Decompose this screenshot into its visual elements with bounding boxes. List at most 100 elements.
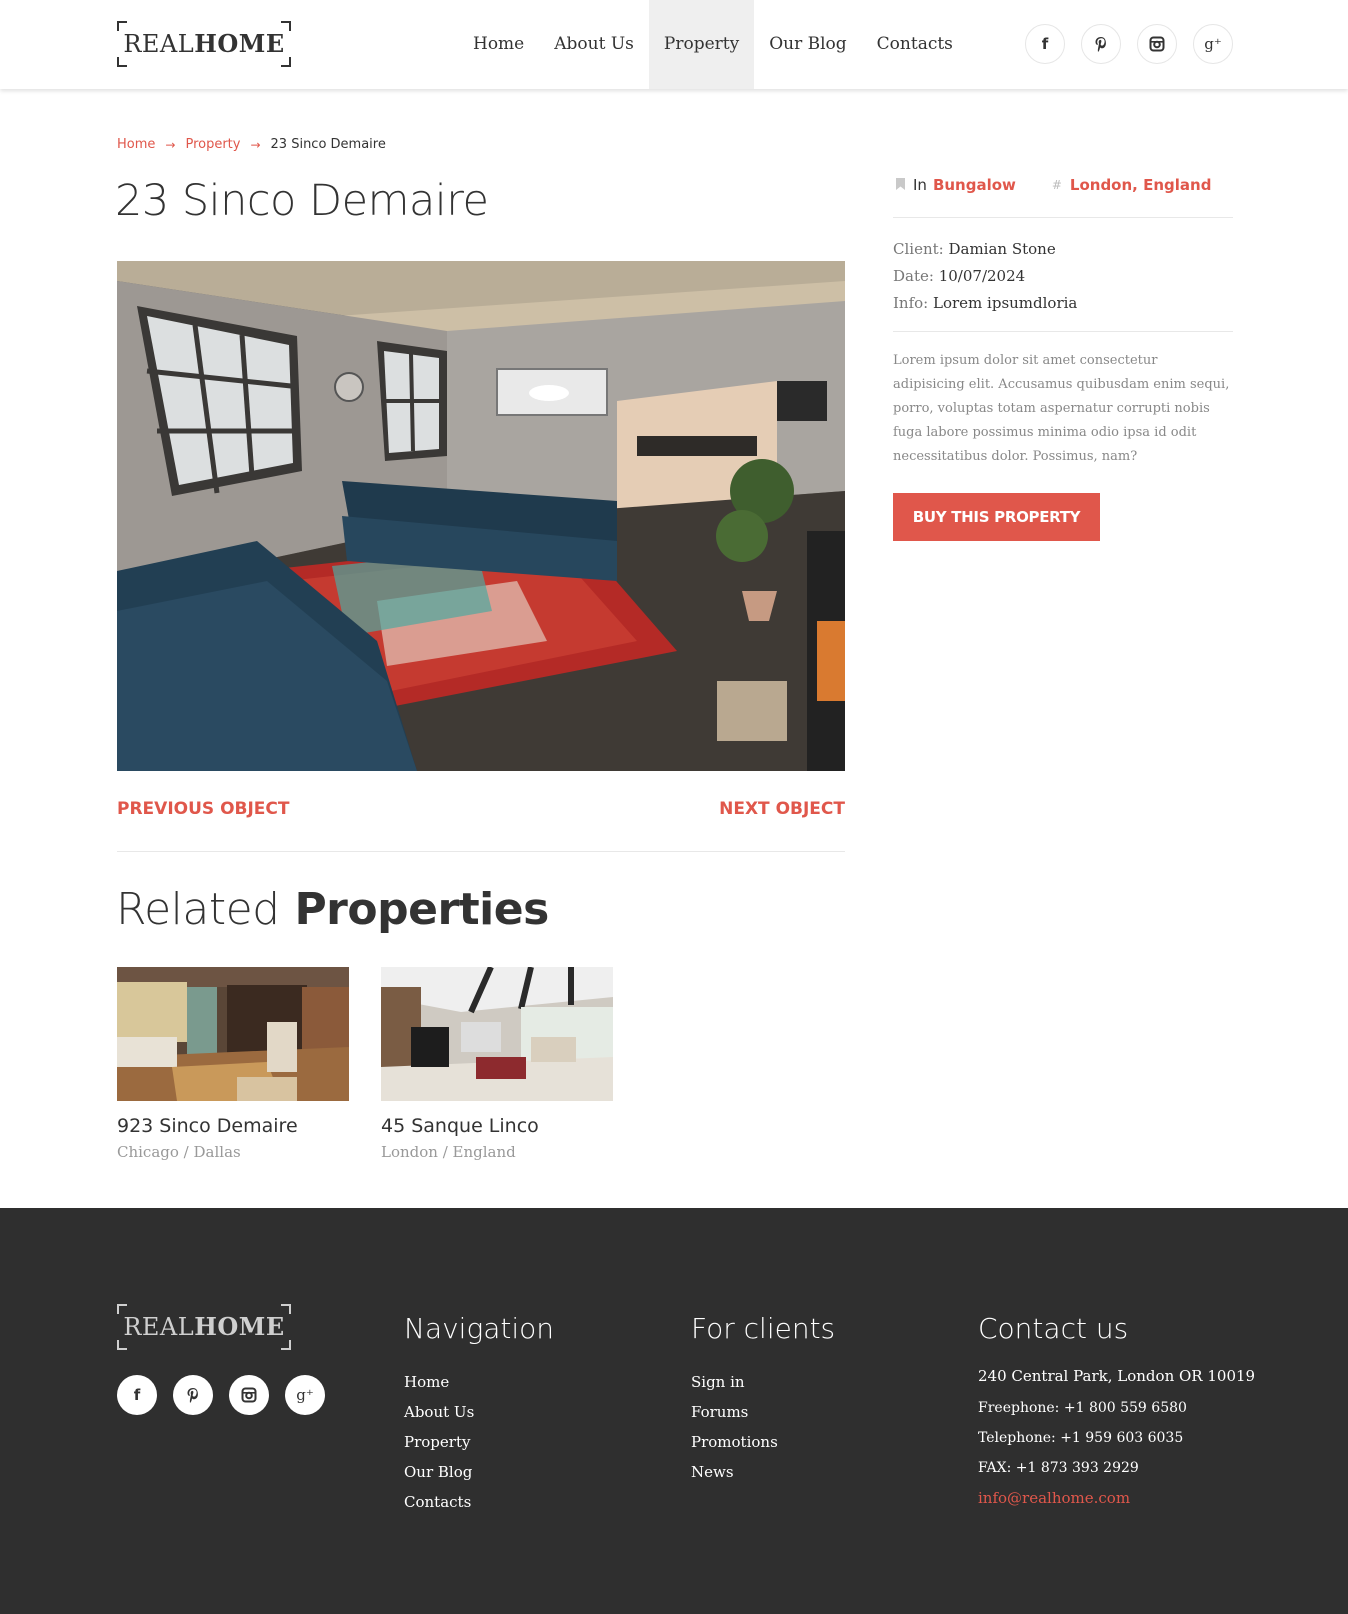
buy-property-button[interactable]: BUY THIS PROPERTY xyxy=(893,493,1100,541)
logo-text-bold: HOME xyxy=(194,29,285,58)
property-category: In Bungalow xyxy=(893,176,1016,194)
facebook-icon[interactable]: f xyxy=(1025,24,1065,64)
instagram-icon[interactable] xyxy=(1137,24,1177,64)
related-properties-heading: Related Properties xyxy=(116,884,549,935)
contact-address: 240 Central Park, London OR 10019 xyxy=(978,1367,1256,1385)
footer-link-about-us[interactable]: About Us xyxy=(404,1397,554,1427)
location-link[interactable]: London, England xyxy=(1070,176,1212,194)
heading-light-part: Related xyxy=(116,884,280,935)
category-prefix: In xyxy=(913,176,927,194)
footer-contact-title: Contact us xyxy=(978,1312,1129,1345)
contact-email[interactable]: info@realhome.com xyxy=(978,1489,1255,1507)
divider xyxy=(893,217,1233,218)
logo-text-light: REAL xyxy=(123,1313,195,1341)
breadcrumb: Home → Property → 23 Sinco Demaire xyxy=(117,137,386,152)
footer-link-contacts[interactable]: Contacts xyxy=(404,1487,554,1517)
modern-living-illustration xyxy=(381,967,613,1101)
living-room-illustration xyxy=(117,261,845,771)
property-main-image xyxy=(117,261,845,771)
nav-item-home[interactable]: Home xyxy=(458,0,539,89)
contact-telephone: Telephone: +1 959 603 6035 xyxy=(978,1423,1255,1453)
bookmark-icon xyxy=(893,177,907,193)
footer-social-links: f g⁺ xyxy=(117,1375,325,1415)
breadcrumb-property[interactable]: Property xyxy=(185,137,240,152)
site-footer: REALHOME f g⁺ Navigation Home About Us P… xyxy=(0,1208,1348,1614)
footer-link-sign-in[interactable]: Sign in xyxy=(691,1367,835,1397)
telephone-value[interactable]: +1 959 603 6035 xyxy=(1060,1430,1183,1446)
fax-value: +1 873 393 2929 xyxy=(1015,1460,1139,1476)
page-title: 23 Sinco Demaire xyxy=(115,176,489,226)
related-property-name[interactable]: 923 Sinco Demaire xyxy=(117,1115,349,1137)
fax-label: FAX: xyxy=(978,1460,1012,1476)
related-property-image[interactable] xyxy=(117,967,349,1101)
info-value: Lorem ipsumdloria xyxy=(933,294,1078,312)
site-header: REALHOME Home About Us Property Our Blog… xyxy=(0,0,1348,89)
logo-text: REALHOME xyxy=(117,21,291,67)
client-label: Client: xyxy=(893,240,944,258)
logo-text: REALHOME xyxy=(117,1304,291,1350)
instagram-glyph xyxy=(1149,36,1165,52)
freephone-label: Freephone: xyxy=(978,1400,1060,1416)
site-logo[interactable]: REALHOME xyxy=(117,21,291,67)
divider xyxy=(893,331,1233,332)
previous-object-link[interactable]: PREVIOUS OBJECT xyxy=(117,799,289,819)
footer-link-our-blog[interactable]: Our Blog xyxy=(404,1457,554,1487)
info-row: Info: Lorem ipsumdloria xyxy=(893,290,1077,317)
logo-text-bold: HOME xyxy=(194,1312,285,1341)
footer-clients-title: For clients xyxy=(691,1312,836,1345)
contact-freephone: Freephone: +1 800 559 6580 xyxy=(978,1393,1255,1423)
property-location: # London, England xyxy=(1050,176,1212,194)
breadcrumb-home[interactable]: Home xyxy=(117,137,155,152)
date-label: Date: xyxy=(893,267,934,285)
footer-link-forums[interactable]: Forums xyxy=(691,1397,835,1427)
date-value: 10/07/2024 xyxy=(938,267,1026,285)
footer-contact: Contact us 240 Central Park, London OR 1… xyxy=(978,1312,1255,1507)
heading-bold-part: Properties xyxy=(294,884,549,935)
related-property-card[interactable]: 45 Sanque Linco London / England xyxy=(381,967,613,1161)
client-value: Damian Stone xyxy=(948,240,1056,258)
contact-fax: FAX: +1 873 393 2929 xyxy=(978,1453,1255,1483)
nav-item-property[interactable]: Property xyxy=(648,0,755,89)
related-property-name[interactable]: 45 Sanque Linco xyxy=(381,1115,613,1137)
freephone-value[interactable]: +1 800 559 6580 xyxy=(1064,1400,1187,1416)
nav-item-our-blog[interactable]: Our Blog xyxy=(754,0,861,89)
loft-interior-illustration xyxy=(117,967,349,1101)
footer-nav-title: Navigation xyxy=(404,1312,555,1345)
breadcrumb-arrow-icon: → xyxy=(165,137,176,152)
google-plus-icon[interactable]: g⁺ xyxy=(285,1375,325,1415)
pinterest-icon[interactable] xyxy=(173,1375,213,1415)
nav-item-about-us[interactable]: About Us xyxy=(539,0,649,89)
telephone-label: Telephone: xyxy=(978,1430,1056,1446)
related-property-card[interactable]: 923 Sinco Demaire Chicago / Dallas xyxy=(117,967,349,1161)
pinterest-icon[interactable] xyxy=(1081,24,1121,64)
pinterest-glyph xyxy=(187,1388,198,1403)
header-social-links: f g⁺ xyxy=(1025,24,1233,64)
google-plus-icon[interactable]: g⁺ xyxy=(1193,24,1233,64)
next-object-link[interactable]: NEXT OBJECT xyxy=(719,799,845,819)
category-link[interactable]: Bungalow xyxy=(933,176,1016,194)
footer-link-property[interactable]: Property xyxy=(404,1427,554,1457)
property-details: Client: Damian Stone Date: 10/07/2024 In… xyxy=(893,236,1077,317)
pinterest-glyph xyxy=(1095,37,1106,52)
footer-link-home[interactable]: Home xyxy=(404,1367,554,1397)
property-meta: In Bungalow # London, England xyxy=(893,176,1233,194)
logo-text-light: REAL xyxy=(123,30,195,58)
footer-logo[interactable]: REALHOME xyxy=(117,1304,291,1350)
footer-navigation: Navigation Home About Us Property Our Bl… xyxy=(404,1312,554,1517)
main-nav: Home About Us Property Our Blog Contacts xyxy=(458,0,968,89)
breadcrumb-current: 23 Sinco Demaire xyxy=(270,137,386,152)
related-property-location: London / England xyxy=(381,1143,516,1161)
divider xyxy=(117,851,845,852)
nav-item-contacts[interactable]: Contacts xyxy=(862,0,968,89)
related-property-image[interactable] xyxy=(381,967,613,1101)
date-row: Date: 10/07/2024 xyxy=(893,263,1077,290)
footer-for-clients: For clients Sign in Forums Promotions Ne… xyxy=(691,1312,835,1487)
instagram-icon[interactable] xyxy=(229,1375,269,1415)
breadcrumb-arrow-icon: → xyxy=(250,137,261,152)
footer-link-news[interactable]: News xyxy=(691,1457,835,1487)
property-description: Lorem ipsum dolor sit amet consectetur a… xyxy=(893,353,1230,464)
bookmark-glyph xyxy=(895,177,905,190)
facebook-icon[interactable]: f xyxy=(117,1375,157,1415)
footer-link-promotions[interactable]: Promotions xyxy=(691,1427,835,1457)
instagram-glyph xyxy=(241,1387,257,1403)
